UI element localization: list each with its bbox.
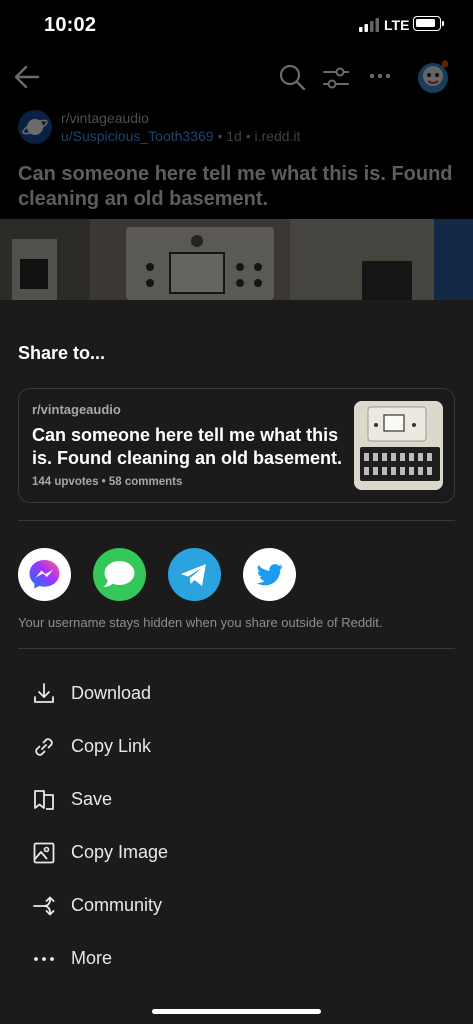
signal-icon <box>359 18 379 32</box>
divider <box>18 520 455 521</box>
divider <box>18 648 455 649</box>
more-icon <box>34 957 54 961</box>
action-save[interactable]: Save <box>0 775 473 825</box>
messenger-icon <box>29 560 60 589</box>
post-background: r/vintageaudio u/Suspicious_Tooth3369 • … <box>0 52 473 300</box>
status-time: 10:02 <box>44 14 97 36</box>
link-icon <box>35 738 53 756</box>
image-icon <box>33 842 55 864</box>
home-indicator[interactable] <box>152 1009 321 1014</box>
share-telegram-button[interactable] <box>168 548 221 601</box>
share-sheet-title: Share to... <box>18 343 106 363</box>
search-icon[interactable] <box>278 63 306 91</box>
twitter-icon <box>256 564 283 586</box>
post-subreddit[interactable]: r/vintageaudio <box>61 110 149 126</box>
status-bar: 10:02 LTE <box>0 0 473 52</box>
share-twitter-button[interactable] <box>243 548 296 601</box>
bookmark-icon <box>34 790 54 810</box>
post-preview-card: r/vintageaudio Can someone here tell me … <box>18 388 455 503</box>
more-options-icon[interactable] <box>368 64 392 88</box>
action-copy-image[interactable]: Copy Image <box>0 828 473 878</box>
back-arrow-icon[interactable] <box>12 62 42 92</box>
share-sheet: Share to... r/vintageaudio Can someone h… <box>0 300 473 1024</box>
action-community[interactable]: Community <box>0 881 473 931</box>
privacy-note: Your username stays hidden when you shar… <box>18 615 383 630</box>
action-more[interactable]: More <box>0 934 473 984</box>
post-meta: u/Suspicious_Tooth3369 • 1d • i.redd.it <box>61 128 300 144</box>
post-title[interactable]: Can someone here tell me what this is. F… <box>18 162 458 212</box>
preview-stats: 144 upvotes • 58 comments <box>32 476 183 488</box>
post-username[interactable]: u/Suspicious_Tooth3369 <box>61 128 214 144</box>
post-meta-suffix: • 1d • i.redd.it <box>213 128 301 144</box>
sort-filter-icon[interactable] <box>322 64 350 92</box>
action-label: Download <box>71 683 152 703</box>
post-image[interactable] <box>0 219 473 300</box>
subreddit-icon[interactable] <box>18 110 52 144</box>
preview-thumbnail <box>354 401 443 490</box>
action-label: More <box>71 948 113 968</box>
messages-icon <box>103 561 135 587</box>
preview-title: Can someone here tell me what this is. F… <box>32 425 343 468</box>
crosspost-icon <box>33 896 55 916</box>
network-label: LTE <box>384 17 410 33</box>
action-label: Save <box>71 789 113 809</box>
download-icon <box>34 683 54 703</box>
action-copy-link[interactable]: Copy Link <box>0 722 473 772</box>
battery-icon <box>413 16 444 31</box>
action-label: Copy Image <box>71 842 169 862</box>
user-avatar[interactable] <box>416 58 450 94</box>
preview-subreddit: r/vintageaudio <box>32 402 121 417</box>
action-download[interactable]: Download <box>0 669 473 719</box>
share-messages-button[interactable] <box>93 548 146 601</box>
action-label: Community <box>71 895 163 915</box>
telegram-icon <box>181 564 206 586</box>
action-label: Copy Link <box>71 736 152 756</box>
planet-icon <box>22 119 48 135</box>
share-messenger-button[interactable] <box>18 548 71 601</box>
